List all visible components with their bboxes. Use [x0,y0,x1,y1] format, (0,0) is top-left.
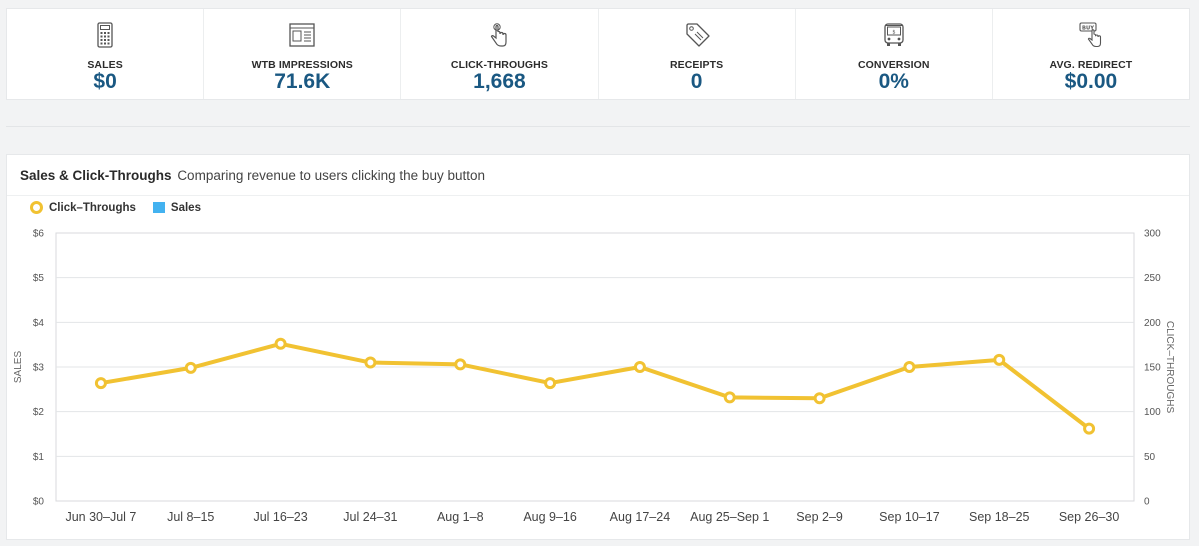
svg-text:$: $ [892,30,895,36]
click-throughs-point [364,356,377,369]
stat-sales[interactable]: SALES $0 [7,9,205,99]
click-throughs-point [993,353,1006,366]
y2-tick-label: 200 [1144,318,1161,329]
pointer-hand-icon [483,20,515,50]
x-tick-label: Sep 10–17 [879,510,940,524]
x-tick-label: Aug 17–24 [610,510,671,524]
x-tick-label: Jul 16–23 [253,510,307,524]
click-throughs-point [813,392,826,405]
y-tick-label: $0 [33,497,45,508]
y2-tick-label: 300 [1144,229,1161,240]
x-tick-label: Sep 26–30 [1059,510,1120,524]
click-throughs-point [184,361,197,374]
x-tick-label: Sep 2–9 [796,510,843,524]
stat-value: 0 [690,70,703,93]
click-throughs-point [633,361,646,373]
x-tick-label: Sep 18–25 [969,510,1030,524]
stat-click-throughs[interactable]: CLICK-THROUGHS 1,668 [401,9,599,99]
stat-avg-redirect[interactable]: BUY AVG. REDIRECT $0.00 [993,9,1189,99]
x-tick-label: Jul 8–15 [167,510,214,524]
click-throughs-point [454,358,467,371]
y2-tick-label: 100 [1144,407,1161,418]
stat-conversion[interactable]: $ CONVERSION 0% [796,9,993,99]
stat-value: $0 [93,70,117,93]
x-tick-label: Jul 24–31 [343,510,397,524]
click-throughs-point [903,361,916,373]
stats-bar: SALES $0 WTB IMPRESSIONS 71.6K CLICK-THR… [6,8,1190,100]
y2-axis-title: CLICK–THROUGHS [1164,321,1175,414]
y-tick-label: $4 [33,318,45,329]
click-throughs-point [274,337,287,350]
y-tick-label: $6 [33,229,45,240]
x-tick-label: Aug 25–Sep 1 [690,510,769,524]
chart-panel: Sales & Click-Throughs Comparing revenue… [6,154,1190,540]
line-chart: $0 $1 $2 $3 $4 $5 $6 0 50 100 150 200 250 300 SALES CLI… [13,229,1175,525]
y-tick-label: $5 [33,273,45,284]
y-axis-title: SALES [13,351,24,384]
calculator-icon [89,20,121,50]
stat-value: $0.00 [1064,70,1118,93]
click-throughs-point [94,377,107,390]
stat-value: 1,668 [473,70,526,93]
stat-wtb-impressions[interactable]: WTB IMPRESSIONS 71.6K [204,9,402,99]
y-tick-label: $3 [33,363,45,374]
buy-button-icon: BUY [1075,20,1107,50]
stat-value: 0% [878,70,909,93]
y2-tick-label: 0 [1144,497,1150,508]
click-throughs-point [1083,422,1096,435]
newspaper-icon [286,20,318,50]
y2-tick-label: 250 [1144,273,1161,284]
stat-receipts[interactable]: RECEIPTS 0 [599,9,796,99]
y-tick-label: $2 [33,407,45,418]
stat-value: 71.6K [274,70,331,93]
bus-icon: $ [878,20,910,50]
x-tick-label: Aug 1–8 [437,510,484,524]
y2-tick-label: 50 [1144,452,1156,463]
x-tick-label: Aug 9–16 [523,510,577,524]
y-tick-label: $1 [33,452,45,463]
y2-tick-label: 150 [1144,363,1161,374]
click-throughs-line [98,341,1092,431]
x-tick-label: Jun 30–Jul 7 [65,510,136,524]
click-throughs-point [544,377,557,390]
receipt-tag-icon [681,20,713,50]
click-throughs-point [723,391,736,404]
section-divider [6,126,1190,127]
